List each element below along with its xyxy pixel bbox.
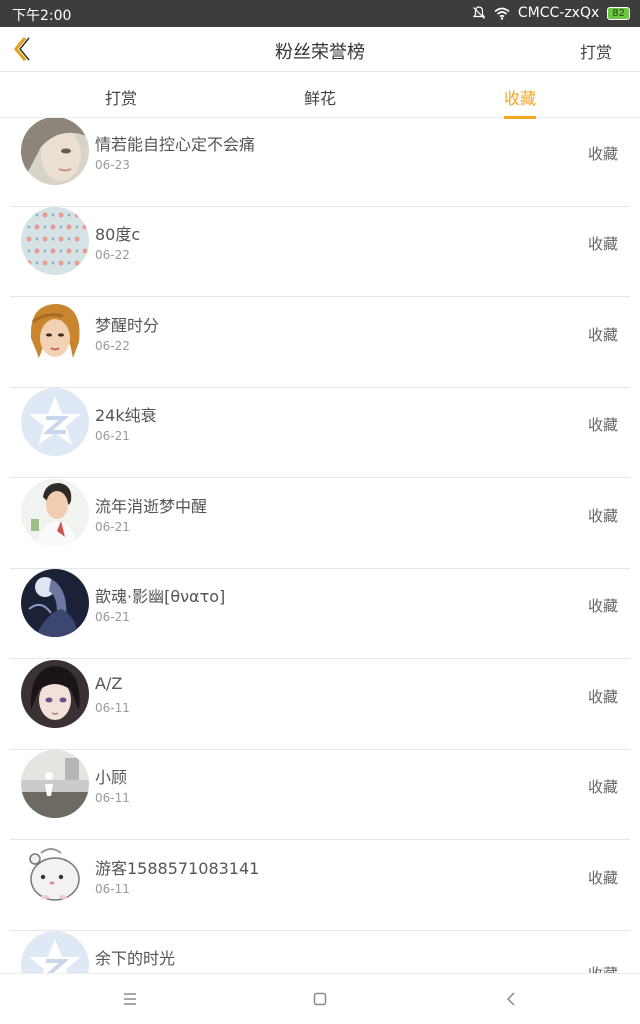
- list-item[interactable]: 余下的时光 收藏: [0, 931, 640, 973]
- fan-name: 小顾: [95, 768, 128, 787]
- default-avatar: [21, 388, 89, 456]
- list-item[interactable]: 小顾 06-11 收藏: [0, 750, 640, 840]
- fan-date: 06-22: [95, 248, 130, 262]
- photo-avatar: [21, 118, 89, 185]
- fan-action-label: 收藏: [587, 778, 618, 796]
- list-item[interactable]: 情若能自控心定不会痛 06-23 收藏: [0, 118, 640, 207]
- list-item[interactable]: 游客1588571083141 06-11 收藏: [0, 841, 640, 931]
- list-item[interactable]: A/Z 06-11 收藏: [0, 660, 640, 750]
- fan-name: 24k纯衰: [95, 406, 157, 425]
- fan-name: 梦醒时分: [95, 316, 160, 335]
- fan-action-label: 收藏: [587, 507, 618, 525]
- fan-date: 06-11: [95, 701, 130, 715]
- system-nav-bar: [0, 973, 640, 1024]
- default-avatar: [21, 931, 89, 973]
- fan-action-label: 收藏: [587, 688, 618, 706]
- battery-icon: 82: [607, 6, 630, 20]
- tab-reward[interactable]: 打赏: [105, 85, 137, 116]
- photo-avatar: [21, 479, 89, 547]
- mute-bell-icon: [472, 6, 486, 19]
- wifi-icon: [494, 7, 510, 20]
- home-icon[interactable]: [307, 986, 333, 1012]
- fan-name: 流年消逝梦中醒: [95, 497, 208, 516]
- list-item[interactable]: 流年消逝梦中醒 06-21 收藏: [0, 479, 640, 569]
- list-item[interactable]: 歆魂·影幽[θνατο] 06-21 收藏: [0, 569, 640, 659]
- fan-date: 06-23: [95, 158, 130, 172]
- list-item[interactable]: 梦醒时分 06-22 收藏: [0, 298, 640, 388]
- fan-list[interactable]: 情若能自控心定不会痛 06-23 收藏 80度c 06-22 收藏 梦醒时分 0…: [0, 118, 640, 973]
- tab-bar: 打赏 鲜花 收藏: [0, 72, 640, 119]
- hamster-avatar: [21, 841, 89, 909]
- fan-action-label: 收藏: [587, 416, 618, 434]
- fan-action-label: 收藏: [587, 597, 618, 615]
- fan-date: 06-22: [95, 339, 130, 353]
- fan-date: 06-11: [95, 882, 130, 896]
- fan-date: 06-21: [95, 610, 130, 624]
- anime-avatar: [21, 569, 89, 637]
- list-item[interactable]: 80度c 06-22 收藏: [0, 207, 640, 297]
- photo-avatar: [21, 750, 89, 818]
- status-right: CMCC-zxQx 82: [472, 5, 630, 21]
- list-item[interactable]: 24k纯衰 06-21 收藏: [0, 388, 640, 478]
- fan-name: 余下的时光: [95, 949, 176, 968]
- page-title: 粉丝荣誉榜: [275, 42, 365, 63]
- fan-date: 06-21: [95, 520, 130, 534]
- fan-date: 06-21: [95, 429, 130, 443]
- carrier-name: CMCC-zxQx: [517, 5, 600, 21]
- fan-action-label: 收藏: [588, 963, 618, 973]
- fan-name: 歆魂·影幽[θνατο]: [95, 587, 226, 606]
- back-icon[interactable]: [499, 986, 525, 1012]
- fan-action-label: 收藏: [587, 326, 618, 344]
- status-time: 下午2:00: [12, 8, 72, 24]
- fan-name: 游客1588571083141: [95, 859, 260, 878]
- illustration-avatar: [21, 298, 89, 366]
- fan-name: 80度c: [95, 225, 141, 244]
- top-header: 粉丝荣誉榜 打赏: [0, 27, 640, 72]
- fan-name: 情若能自控心定不会痛: [95, 135, 256, 154]
- fan-date: 06-11: [95, 791, 130, 805]
- fan-name: A/Z: [95, 674, 123, 693]
- anime-avatar: [21, 660, 89, 728]
- status-bar: 下午2:00 CMCC-zxQx 82: [0, 0, 640, 27]
- fan-action-label: 收藏: [587, 869, 618, 887]
- tab-favorites[interactable]: 收藏: [503, 85, 537, 119]
- reward-button[interactable]: 打赏: [580, 39, 612, 63]
- fan-action-label: 收藏: [587, 145, 618, 163]
- menu-icon[interactable]: [117, 986, 143, 1012]
- pattern-avatar: [21, 207, 89, 275]
- fan-action-label: 收藏: [587, 235, 618, 253]
- tab-flowers[interactable]: 鲜花: [304, 85, 336, 116]
- back-arrow-icon[interactable]: [8, 34, 38, 64]
